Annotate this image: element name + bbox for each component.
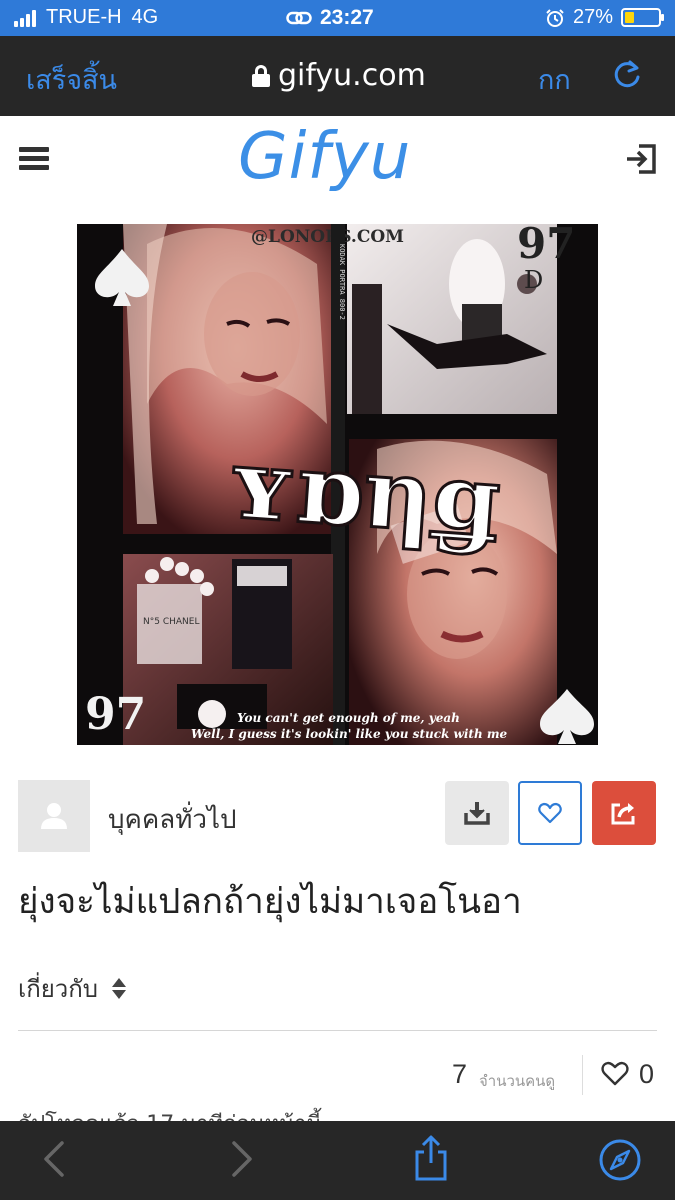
gif-stats: 7 จำนวนคนดู 0 [0,1055,675,1095]
overlay-number-top: 97 [517,224,575,268]
battery-level [625,12,634,23]
avatar[interactable] [18,780,90,852]
status-left: TRUE-H 4G [14,6,158,29]
site-header: Gifyu [0,116,675,208]
url-label: gifyu.com [278,58,426,93]
artwork-title: ʏɒηǥ [223,426,504,558]
status-right: 27% [545,6,664,29]
download-button[interactable] [445,781,509,845]
signal-icon [14,9,36,27]
site-logo[interactable]: Gifyu [238,120,411,194]
reload-icon[interactable] [610,58,644,92]
likes-count: 0 [639,1059,655,1089]
views-count: 7 [452,1059,468,1089]
back-icon[interactable] [40,1139,66,1179]
download-icon [464,802,490,825]
heart-icon [538,802,562,824]
clock: 23:27 [320,6,374,29]
caption-line-2: Well, I guess it's lookin' like you stuc… [191,727,508,741]
tape-text: KODAK PORTRA 800-2 [338,244,346,320]
compass-icon[interactable] [598,1138,642,1182]
status-center: 23:27 [286,6,374,30]
likes-heart-icon[interactable] [601,1061,629,1086]
carrier-label: TRUE-H [46,6,122,28]
share-button[interactable] [592,781,656,845]
done-button[interactable]: เสร็จสิ้น [26,58,117,101]
forward-icon[interactable] [230,1139,256,1179]
like-button[interactable] [518,781,582,845]
overlay-number-bottom: 97 [85,689,146,740]
share-icon [611,803,635,825]
overlay-letter: D [524,266,543,294]
browser-url-bar: เสร็จสิ้น gifyu.com กก [0,36,675,116]
gif-artwork: 97 D @LONORS.COM KODAK PORTRA 800-2 N°5 … [77,224,598,745]
battery-percent: 27% [572,6,613,28]
about-label: เกี่ยวกับ [18,975,99,1003]
alarm-icon [546,8,564,27]
bottle-label: N°5 CHANEL [143,617,199,627]
user-icon [41,803,67,829]
lock-icon [252,64,270,87]
divider [18,1030,657,1031]
gif-image[interactable]: 97 D @LONORS.COM KODAK PORTRA 800-2 N°5 … [77,224,598,745]
text-size-button[interactable]: กก [538,58,571,101]
menu-icon[interactable] [19,147,49,174]
uploader-name[interactable]: บุคคลทั่วไป [108,799,237,840]
stats-separator [582,1055,583,1095]
watermark-text: @LONORS.COM [251,227,404,247]
battery-icon [621,8,664,27]
gif-title: ยุ่งจะไม่แปลกถ้ายุ่งไม่มาเจอโนอา [18,882,522,922]
link-icon [286,11,312,25]
browser-toolbar [0,1121,675,1200]
share-icon[interactable] [413,1135,449,1181]
login-icon[interactable] [624,142,658,176]
views-label: จำนวนคนดู [479,1072,556,1090]
network-label: 4G [131,6,159,28]
sort-icon [112,978,127,999]
status-bar: TRUE-H 4G 23:27 27% [0,0,675,36]
address-field[interactable]: gifyu.com [252,58,426,93]
caption-line-1: You can't get enough of me, yeah [237,711,460,725]
about-toggle[interactable]: เกี่ยวกับ [18,969,127,1008]
